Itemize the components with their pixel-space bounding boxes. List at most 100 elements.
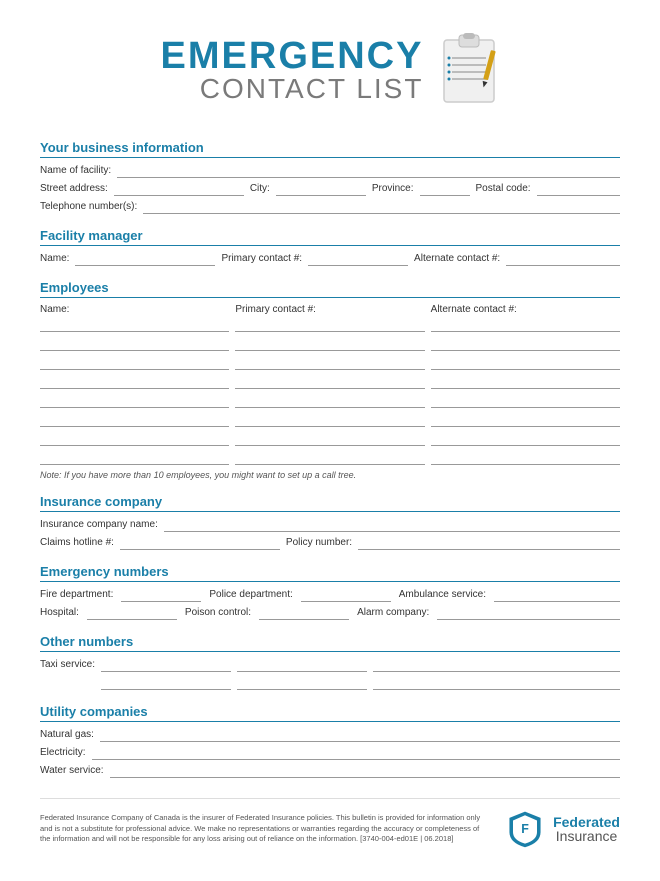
fire-input[interactable] [121,588,201,602]
insurance-title: Insurance company [40,494,620,512]
other-input-1[interactable] [101,676,231,690]
other-extra-row: Taxi service: [40,676,620,690]
contact-list-title: CONTACT LIST [161,75,424,103]
table-row [40,432,620,446]
insurance-section: Insurance company Insurance company name… [40,494,620,550]
emp-primary-1[interactable] [235,318,424,332]
manager-name-input[interactable] [75,252,215,266]
gas-input[interactable] [100,728,620,742]
emp-alternate-4[interactable] [431,375,620,389]
ambulance-input[interactable] [494,588,620,602]
emp-primary-5[interactable] [235,394,424,408]
emp-name-4[interactable] [40,375,229,389]
emp-alternate-3[interactable] [431,356,620,370]
employees-note: Note: If you have more than 10 employees… [40,470,620,480]
facility-name-label: Name of facility: [40,165,111,178]
telephone-row: Telephone number(s): [40,200,620,214]
manager-alternate-input[interactable] [506,252,620,266]
emp-primary-8[interactable] [235,451,424,465]
emp-name-7[interactable] [40,432,229,446]
utility-section: Utility companies Natural gas: Electrici… [40,704,620,778]
emp-name-5[interactable] [40,394,229,408]
emp-alternate-1[interactable] [431,318,620,332]
facility-name-input[interactable] [117,164,620,178]
emp-name-1[interactable] [40,318,229,332]
street-address-label: Street address: [40,183,108,196]
other-input-2[interactable] [237,676,367,690]
police-input[interactable] [301,588,391,602]
poison-label: Poison control: [185,607,251,620]
province-input[interactable] [420,182,470,196]
footer-federated-text: Federated [553,815,620,829]
emp-primary-header: Primary contact #: [235,304,424,315]
manager-alternate-label: Alternate contact #: [414,253,500,266]
footer-logo-text: Federated Insurance [553,815,620,843]
poison-input[interactable] [259,606,349,620]
footer-insurance-text: Insurance [553,829,620,843]
table-row [40,451,620,465]
policy-input[interactable] [358,536,620,550]
facility-name-row: Name of facility: [40,164,620,178]
table-row [40,375,620,389]
province-label: Province: [372,183,414,196]
electricity-input[interactable] [92,746,620,760]
emergency-numbers-section: Emergency numbers Fire department: Polic… [40,564,620,620]
page: EMERGENCY CONTACT LIST [0,0,660,881]
insurance-company-label: Insurance company name: [40,519,158,532]
electricity-row: Electricity: [40,746,620,760]
manager-primary-input[interactable] [308,252,408,266]
emergency-title: EMERGENCY [161,37,424,75]
address-row: Street address: City: Province: Postal c… [40,182,620,196]
emp-primary-3[interactable] [235,356,424,370]
emp-primary-7[interactable] [235,432,424,446]
footer: Federated Insurance Company of Canada is… [40,798,620,849]
city-label: City: [250,183,270,196]
employees-table: Name: Primary contact #: Alternate conta… [40,304,620,465]
emp-primary-6[interactable] [235,413,424,427]
table-row [40,337,620,351]
alarm-input[interactable] [437,606,620,620]
emp-name-2[interactable] [40,337,229,351]
facility-manager-title: Facility manager [40,228,620,246]
postal-code-label: Postal code: [476,183,531,196]
alarm-label: Alarm company: [357,607,429,620]
emergency-row-1: Fire department: Police department: Ambu… [40,588,620,602]
gas-row: Natural gas: [40,728,620,742]
other-numbers-title: Other numbers [40,634,620,652]
emp-alternate-5[interactable] [431,394,620,408]
taxi-input-2[interactable] [237,658,367,672]
utility-title: Utility companies [40,704,620,722]
emp-primary-4[interactable] [235,375,424,389]
emp-alternate-2[interactable] [431,337,620,351]
electricity-label: Electricity: [40,747,86,760]
emp-name-header: Name: [40,304,229,315]
telephone-label: Telephone number(s): [40,201,137,214]
city-input[interactable] [276,182,366,196]
emp-primary-2[interactable] [235,337,424,351]
employees-title: Employees [40,280,620,298]
emp-alternate-header: Alternate contact #: [431,304,620,315]
taxi-input-3[interactable] [373,658,620,672]
other-numbers-section: Other numbers Taxi service: Taxi service… [40,634,620,690]
emergency-row-2: Hospital: Poison control: Alarm company: [40,606,620,620]
claims-input[interactable] [120,536,280,550]
header-title: EMERGENCY CONTACT LIST [161,37,424,103]
water-input[interactable] [110,764,620,778]
employees-header: Name: Primary contact #: Alternate conta… [40,304,620,315]
emp-alternate-6[interactable] [431,413,620,427]
hospital-label: Hospital: [40,607,79,620]
emp-name-8[interactable] [40,451,229,465]
insurance-company-input[interactable] [164,518,620,532]
postal-code-input[interactable] [537,182,620,196]
street-address-input[interactable] [114,182,244,196]
facility-manager-section: Facility manager Name: Primary contact #… [40,228,620,266]
hospital-input[interactable] [87,606,177,620]
emp-name-6[interactable] [40,413,229,427]
other-input-3[interactable] [373,676,620,690]
emp-alternate-8[interactable] [431,451,620,465]
emp-alternate-7[interactable] [431,432,620,446]
emp-name-3[interactable] [40,356,229,370]
taxi-label: Taxi service: [40,659,95,672]
taxi-input-1[interactable] [101,658,231,672]
telephone-input[interactable] [143,200,620,214]
